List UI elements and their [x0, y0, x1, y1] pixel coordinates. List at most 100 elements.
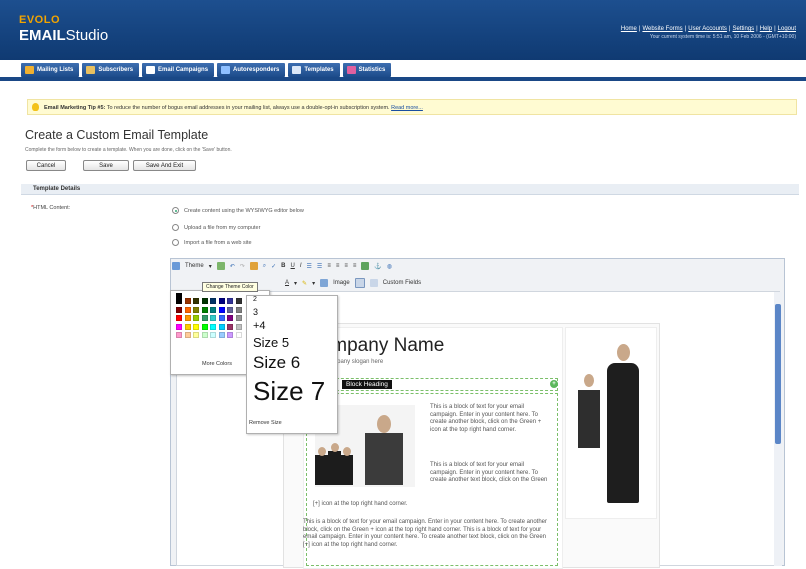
top-link-user-accounts[interactable]: User Accounts — [688, 26, 727, 32]
align-right-icon[interactable]: ≡ — [344, 263, 348, 269]
tab-subscribers[interactable]: Subscribers — [82, 63, 140, 77]
color-swatch[interactable] — [210, 306, 216, 313]
color-swatch[interactable] — [193, 306, 199, 313]
color-swatch[interactable] — [210, 323, 216, 330]
top-link-home[interactable]: Home — [621, 26, 637, 32]
highlight-color-icon[interactable]: ✎ — [302, 280, 307, 287]
color-swatch[interactable] — [184, 298, 191, 304]
edit-icon[interactable] — [216, 262, 225, 270]
custom-fields-label[interactable]: Custom Fields — [383, 280, 421, 286]
radio-button[interactable] — [172, 224, 179, 231]
size-3-option[interactable]: 3 — [253, 307, 258, 317]
radio-button-selected[interactable] — [172, 207, 179, 214]
tab-mailing-lists[interactable]: Mailing Lists — [21, 63, 80, 77]
color-swatch[interactable] — [176, 306, 182, 313]
table-icon[interactable] — [354, 278, 365, 288]
justify-icon[interactable]: ≡ — [353, 263, 357, 269]
more-colors-link[interactable]: More Colors — [202, 361, 232, 367]
remove-size-option[interactable]: Remove Size — [249, 420, 282, 426]
image-button-label[interactable]: Image — [333, 280, 350, 286]
image-icon[interactable] — [320, 279, 329, 287]
color-swatch[interactable] — [227, 298, 233, 304]
top-link-settings[interactable]: Settings — [732, 26, 754, 32]
block-text-2[interactable]: This is a block of text for your email c… — [430, 462, 548, 485]
color-swatch[interactable] — [210, 315, 216, 321]
color-swatch[interactable] — [184, 332, 191, 338]
align-center-icon[interactable]: ≡ — [336, 263, 340, 269]
color-swatch[interactable] — [235, 332, 242, 338]
color-swatch[interactable] — [201, 332, 208, 338]
theme-icon[interactable] — [172, 262, 180, 270]
size-5-option[interactable]: Size 5 — [253, 335, 289, 350]
color-swatch[interactable] — [176, 298, 182, 304]
color-swatch[interactable] — [201, 298, 208, 304]
chevron-down-icon[interactable]: ▾ — [294, 280, 297, 287]
tab-statistics[interactable]: Statistics — [342, 63, 392, 77]
color-swatch[interactable] — [227, 323, 233, 330]
block-text-1[interactable]: This is a block of text for your email c… — [430, 404, 548, 434]
color-swatch[interactable] — [218, 306, 225, 313]
italic-icon[interactable]: I — [300, 263, 302, 269]
color-swatch[interactable] — [193, 332, 199, 338]
custom-fields-icon[interactable] — [369, 279, 378, 287]
color-swatch[interactable] — [210, 298, 216, 304]
color-swatch[interactable] — [218, 323, 225, 330]
undo-icon[interactable]: ↶ — [230, 263, 235, 270]
block-text-3[interactable]: This is a block of text for your email c… — [303, 519, 553, 549]
theme-menu-label[interactable]: Theme — [185, 263, 204, 269]
underline-icon[interactable]: U — [291, 263, 295, 269]
color-swatch[interactable] — [210, 332, 216, 338]
color-swatch[interactable] — [218, 298, 225, 304]
color-swatch[interactable] — [227, 306, 233, 313]
anchor-icon[interactable]: ⚓ — [374, 263, 381, 270]
color-swatch[interactable] — [193, 323, 199, 330]
color-swatch[interactable] — [201, 315, 208, 321]
tab-templates[interactable]: Templates — [288, 63, 340, 77]
size-4-option[interactable]: +4 — [253, 320, 266, 332]
chevron-down-icon[interactable]: ▾ — [209, 263, 212, 270]
tab-autoresponders[interactable]: Autoresponders — [217, 63, 286, 77]
spellcheck-icon[interactable]: ✓ — [271, 263, 276, 270]
radio-import[interactable]: Import a file from a web site — [172, 239, 252, 246]
block-heading-area[interactable]: Block Heading — [306, 378, 558, 391]
redo-icon[interactable]: ↷ — [240, 263, 245, 270]
unordered-list-icon[interactable]: ☰ — [317, 263, 322, 270]
color-swatch[interactable] — [184, 306, 191, 313]
save-and-exit-button[interactable]: Save And Exit — [133, 160, 196, 171]
color-swatch[interactable] — [218, 315, 225, 321]
cancel-button[interactable]: Cancel — [26, 160, 66, 171]
color-swatch[interactable] — [218, 332, 225, 338]
color-swatch[interactable] — [193, 298, 199, 304]
paste-icon[interactable] — [249, 262, 258, 270]
color-swatch[interactable] — [201, 306, 208, 313]
color-swatch[interactable] — [227, 332, 233, 338]
size-7-option[interactable]: Size 7 — [253, 376, 325, 407]
find-icon[interactable]: ⌕ — [263, 263, 266, 270]
top-link-website-forms[interactable]: Website Forms — [642, 26, 682, 32]
tab-email-campaigns[interactable]: Email Campaigns — [142, 63, 215, 77]
chevron-down-icon[interactable]: ▾ — [312, 280, 315, 287]
globe-icon[interactable]: ◍ — [387, 263, 392, 270]
radio-button[interactable] — [172, 239, 179, 246]
add-block-icon[interactable]: + — [550, 380, 558, 388]
link-icon[interactable] — [361, 262, 370, 270]
color-swatch[interactable] — [176, 315, 182, 321]
ordered-list-icon[interactable]: ☰ — [307, 263, 312, 270]
block-text-2b[interactable]: [+] icon at the top right hand corner. — [313, 501, 553, 509]
color-swatch[interactable] — [176, 323, 182, 330]
radio-wysiwyg[interactable]: Create content using the WYSIWYG editor … — [172, 207, 304, 214]
color-swatch[interactable] — [227, 315, 233, 321]
size-2-option[interactable]: 2 — [253, 296, 257, 303]
size-6-option[interactable]: Size 6 — [253, 353, 300, 373]
block-heading[interactable]: Block Heading — [342, 380, 392, 389]
bold-icon[interactable]: B — [281, 263, 285, 269]
color-swatch[interactable] — [176, 332, 182, 338]
color-swatch[interactable] — [184, 323, 191, 330]
save-button[interactable]: Save — [83, 160, 129, 171]
color-swatch[interactable] — [235, 315, 242, 321]
top-link-logout[interactable]: Logout — [778, 26, 796, 32]
scrollbar-thumb[interactable] — [775, 304, 781, 444]
color-swatch[interactable] — [235, 323, 242, 330]
color-swatch[interactable] — [184, 315, 191, 321]
align-left-icon[interactable]: ≡ — [327, 263, 331, 269]
